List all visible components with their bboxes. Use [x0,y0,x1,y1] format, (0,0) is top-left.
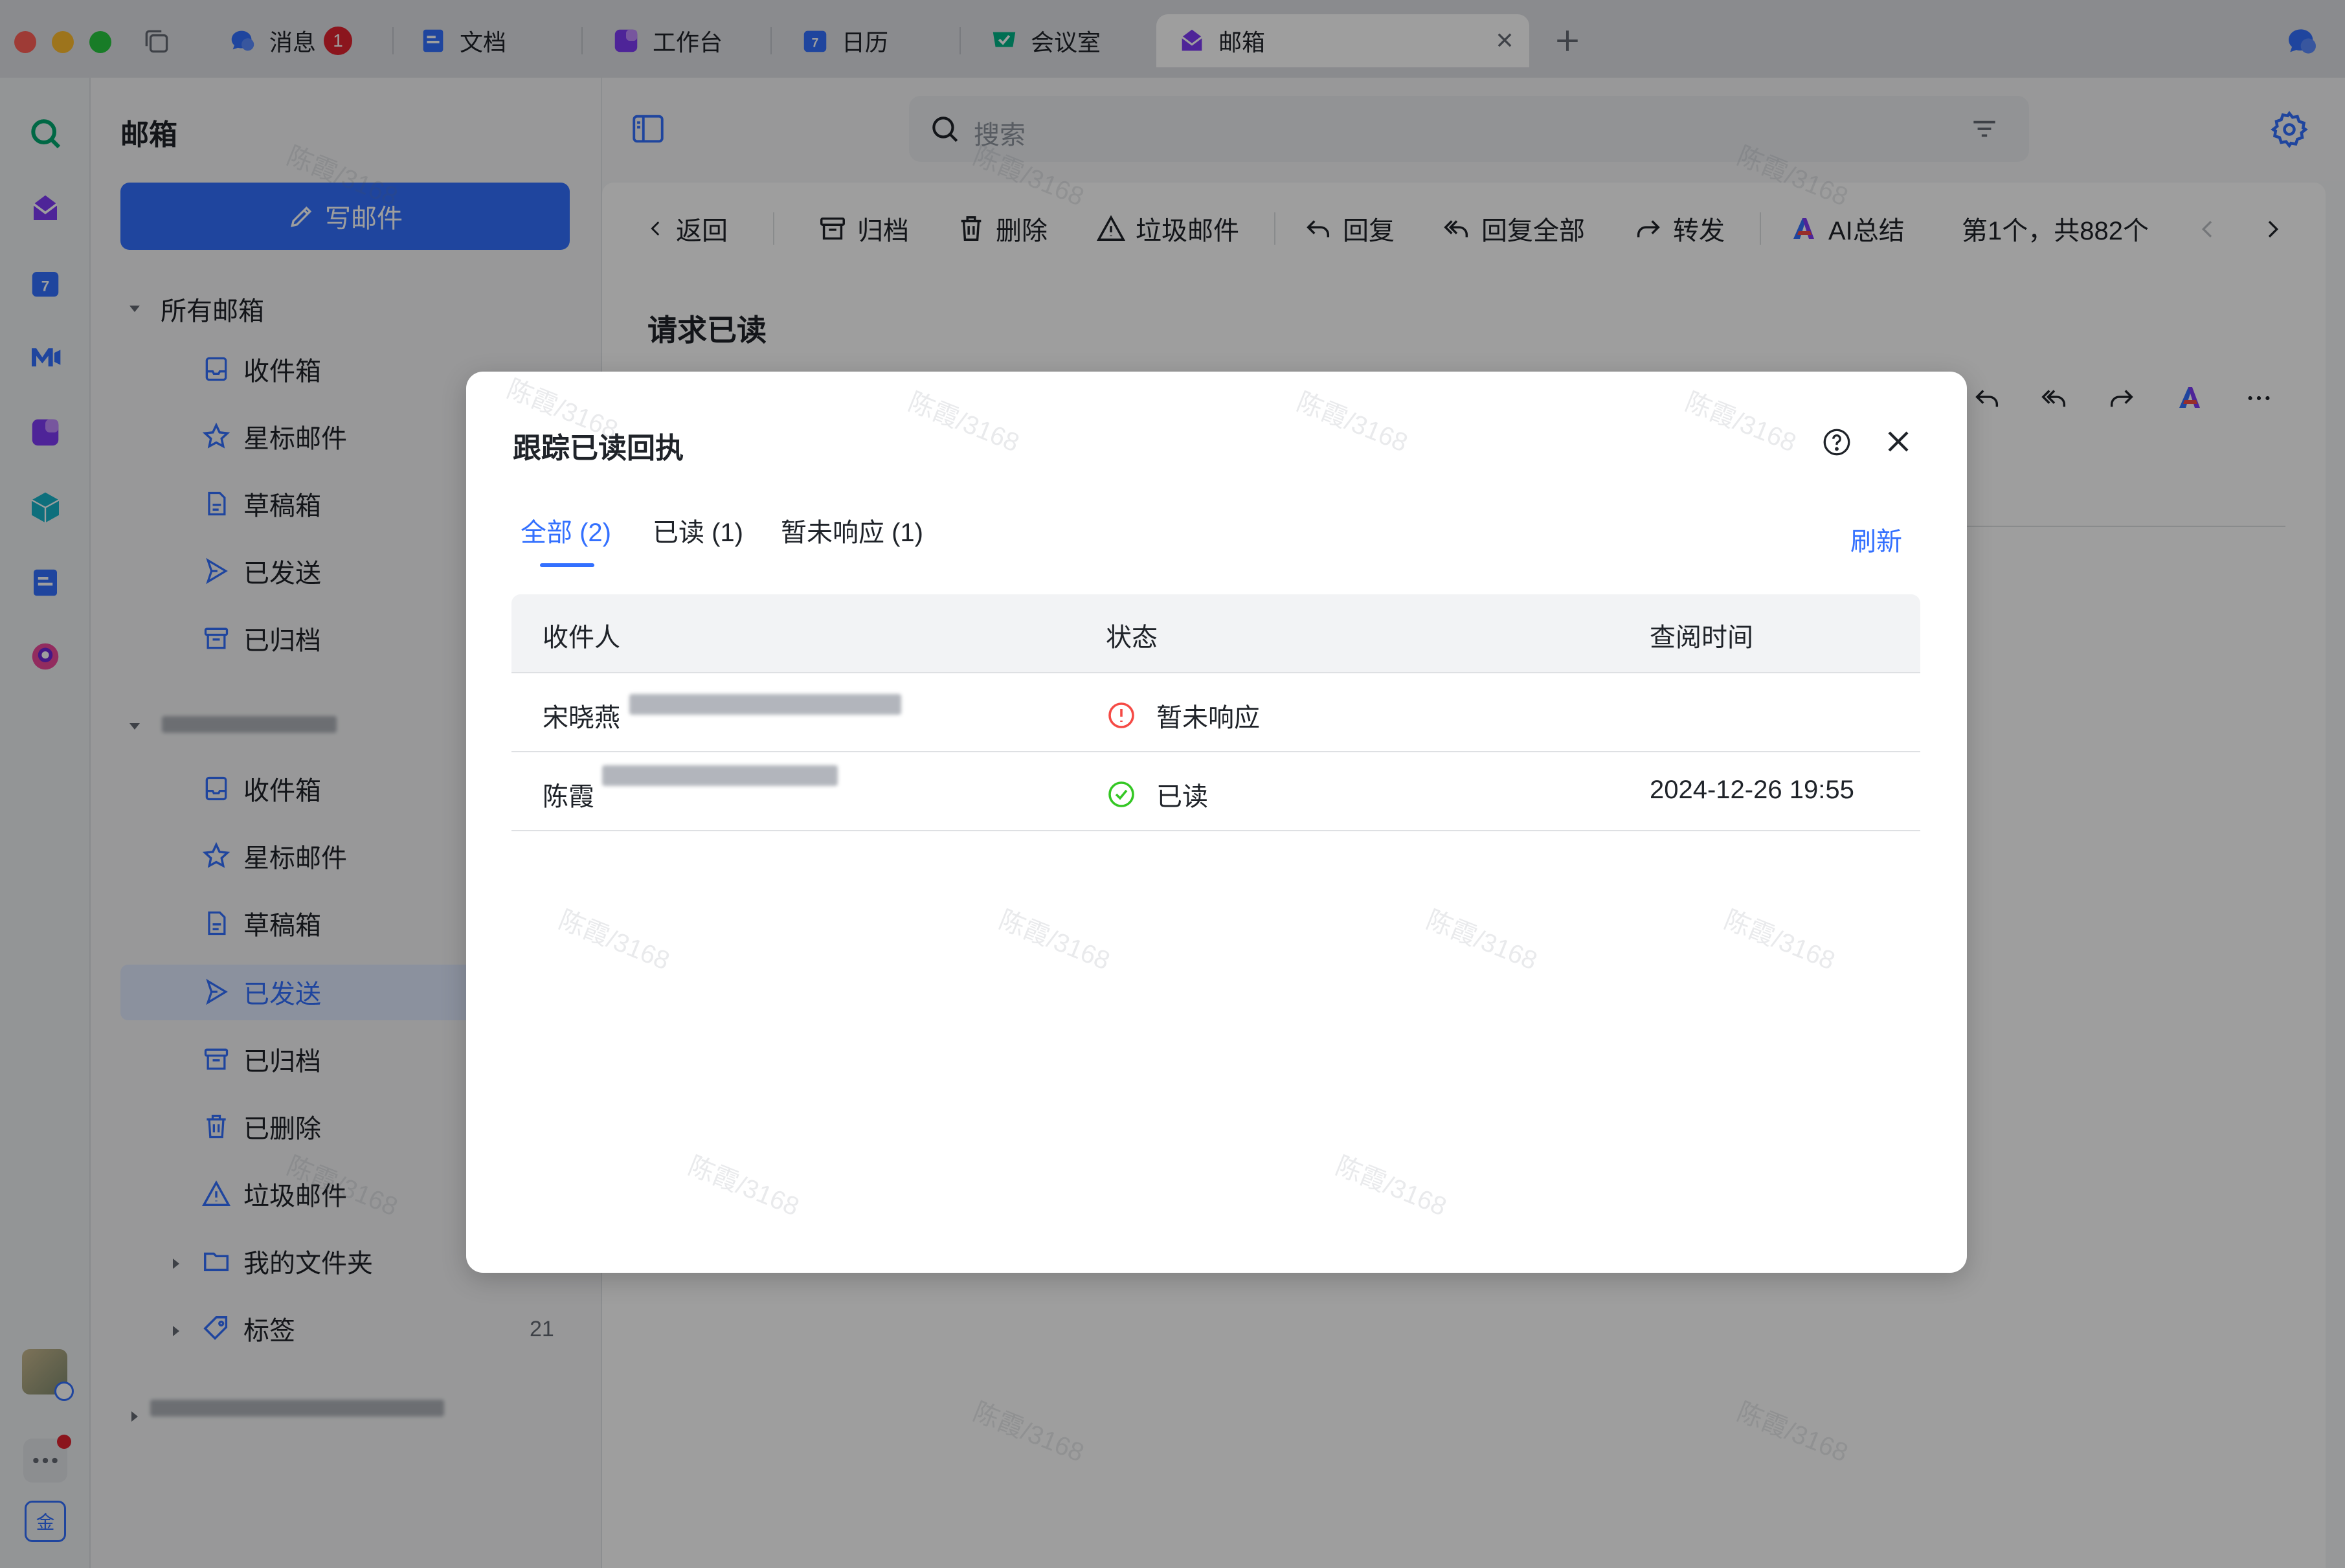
column-header-read-time: 查阅时间 [1650,623,1753,652]
status-text: 暂未响应 [1156,704,1260,732]
recipient-email-redacted [602,765,838,786]
alert-circle-icon [1106,700,1137,731]
recipient-name: 宋晓燕 [543,704,620,732]
status-text: 已读 [1156,783,1208,811]
table-cell-status: 已读 [1106,776,1208,813]
close-dialog-icon[interactable] [1880,423,1916,460]
tab-no-response[interactable]: 暂未响应 (1) [781,511,923,549]
column-header-recipient: 收件人 [543,623,620,652]
help-icon[interactable] [1821,426,1853,458]
table-cell-status: 暂未响应 [1106,697,1260,734]
refresh-button[interactable]: 刷新 [1850,521,1902,558]
read-receipt-dialog [466,372,1967,1273]
check-circle-icon [1106,779,1137,810]
recipient-name: 陈霞 [543,783,594,811]
table-cell-recipient: 宋晓燕 [543,697,620,734]
tab-read[interactable]: 已读 (1) [653,511,743,549]
table-row-divider [511,751,1920,752]
tab-all[interactable]: 全部 (2) [521,511,611,549]
table-cell-read-time: 2024-12-26 19:55 [1650,776,1854,804]
recipient-email-redacted [629,694,901,715]
active-tab-indicator [540,563,594,567]
table-divider [511,672,1920,673]
table-cell-recipient: 陈霞 [543,776,594,813]
table-row-divider [511,830,1920,831]
column-header-status: 状态 [1106,623,1158,652]
